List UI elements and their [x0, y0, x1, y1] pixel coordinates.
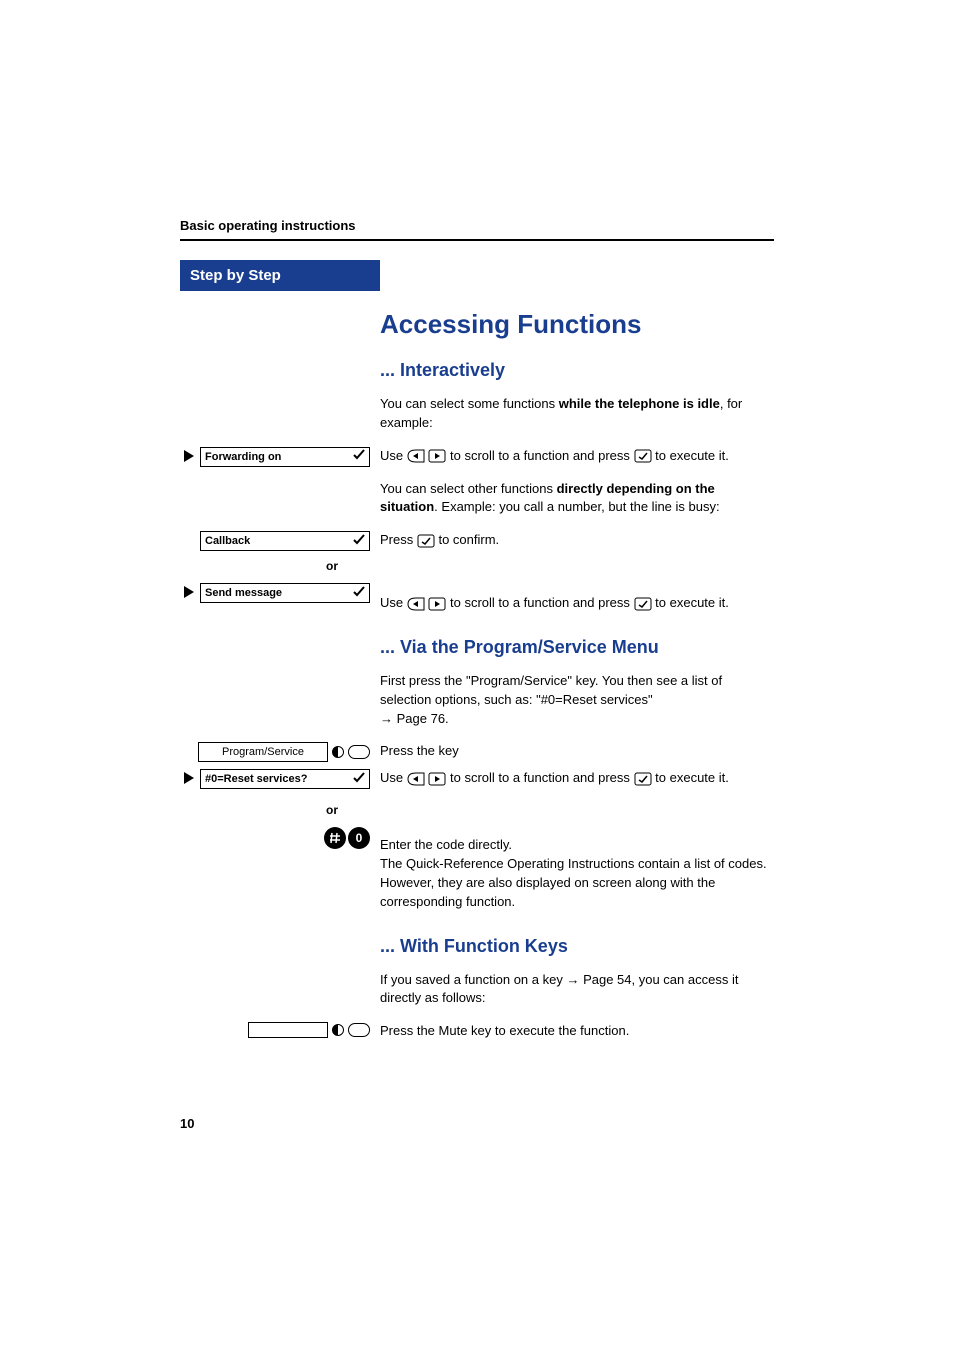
- s1-p2-pre: You can select other functions: [380, 481, 557, 496]
- display-callback-text: Callback: [200, 531, 370, 551]
- right-arrow-icon: [180, 585, 198, 601]
- s2-instr2-pre: Use: [380, 770, 407, 785]
- or-text-1: or: [180, 559, 370, 573]
- s1-instr3-post: to execute it.: [655, 595, 729, 610]
- right-arrow-icon: [180, 771, 198, 787]
- left-scroll-icon: [407, 597, 425, 611]
- dial-keys: 0: [180, 827, 370, 849]
- s2-p1-text: First press the "Program/Service" key. Y…: [380, 673, 722, 707]
- left-scroll-icon: [407, 772, 425, 786]
- section3-heading: ... With Function Keys: [380, 936, 774, 957]
- section2-p2: Enter the code directly. The Quick-Refer…: [380, 836, 774, 911]
- header-rule: [180, 239, 774, 241]
- section2-instr2: Use to scroll to a function and press to…: [380, 769, 774, 788]
- check-key-icon: [634, 597, 652, 611]
- check-key-icon: [417, 534, 435, 548]
- display-callback: Callback: [180, 531, 370, 551]
- right-scroll-icon: [428, 449, 446, 463]
- s1-instr2-pre: Press: [380, 532, 417, 547]
- display-reset-services-text: #0=Reset services?: [200, 769, 370, 789]
- or-text-2: or: [180, 803, 370, 817]
- key-button-icon[interactable]: [348, 745, 370, 759]
- s1-p2-post: . Example: you call a number, but the li…: [434, 499, 719, 514]
- section1-instr2: Press to confirm.: [380, 531, 774, 550]
- display-send-message-text: Send message: [200, 583, 370, 603]
- step-by-step-header: Step by Step: [180, 260, 380, 291]
- section3-instr1: Press the Mute key to execute the functi…: [380, 1022, 774, 1041]
- zero-key[interactable]: 0: [348, 827, 370, 849]
- section2-heading: ... Via the Program/Service Menu: [380, 637, 774, 658]
- section2-p1: First press the "Program/Service" key. Y…: [380, 672, 774, 729]
- check-icon: [352, 447, 366, 466]
- s1-instr2-post: to confirm.: [438, 532, 499, 547]
- section1-p1: You can select some functions while the …: [380, 395, 774, 433]
- s3-p1-pre: If you saved a function on a key: [380, 972, 566, 987]
- display-send-message: Send message: [180, 583, 370, 603]
- blank-label-box: [248, 1022, 328, 1038]
- s3-p1-link[interactable]: → Page 54: [566, 972, 631, 987]
- section1-p1-bold: while the telephone is idle: [559, 396, 720, 411]
- display-forwarding-on-text: Forwarding on: [200, 447, 370, 467]
- hash-key[interactable]: [324, 827, 346, 849]
- program-service-key: Program/Service: [180, 742, 370, 762]
- s1-instr3-mid: to scroll to a function and press: [450, 595, 634, 610]
- s2-instr2-post: to execute it.: [655, 770, 729, 785]
- program-service-label: Program/Service: [198, 742, 328, 762]
- check-key-icon: [634, 449, 652, 463]
- display-forwarding-on: Forwarding on: [180, 447, 370, 467]
- section2-instr1: Press the key: [380, 742, 774, 761]
- running-header: Basic operating instructions: [180, 218, 774, 241]
- check-icon: [352, 532, 366, 551]
- check-icon: [352, 584, 366, 603]
- s2-p1-link[interactable]: → Page 76.: [380, 711, 449, 726]
- led-icon: [332, 1024, 344, 1036]
- section1-instr1: Use to scroll to a function and press to…: [380, 447, 774, 466]
- s1-instr1-mid: to scroll to a function and press: [450, 448, 634, 463]
- right-scroll-icon: [428, 772, 446, 786]
- section1-heading: ... Interactively: [380, 360, 774, 381]
- s1-instr1-pre: Use: [380, 448, 407, 463]
- right-scroll-icon: [428, 597, 446, 611]
- section3-p1: If you saved a function on a key → Page …: [380, 971, 774, 1009]
- s1-instr3-pre: Use: [380, 595, 407, 610]
- display-reset-services: #0=Reset services?: [180, 769, 370, 789]
- left-scroll-icon: [407, 449, 425, 463]
- page-title: Accessing Functions: [380, 309, 774, 340]
- page-number: 10: [180, 1116, 194, 1131]
- running-header-text: Basic operating instructions: [180, 218, 774, 233]
- function-key: [180, 1022, 370, 1038]
- key-button-icon[interactable]: [348, 1023, 370, 1037]
- check-icon: [352, 770, 366, 789]
- section1-p2: You can select other functions directly …: [380, 480, 774, 518]
- s2-instr2-mid: to scroll to a function and press: [450, 770, 634, 785]
- section1-p1-pre: You can select some functions: [380, 396, 559, 411]
- right-arrow-icon: [180, 449, 198, 465]
- s1-instr1-post: to execute it.: [655, 448, 729, 463]
- led-icon: [332, 746, 344, 758]
- check-key-icon: [634, 772, 652, 786]
- section1-instr3: Use to scroll to a function and press to…: [380, 594, 774, 613]
